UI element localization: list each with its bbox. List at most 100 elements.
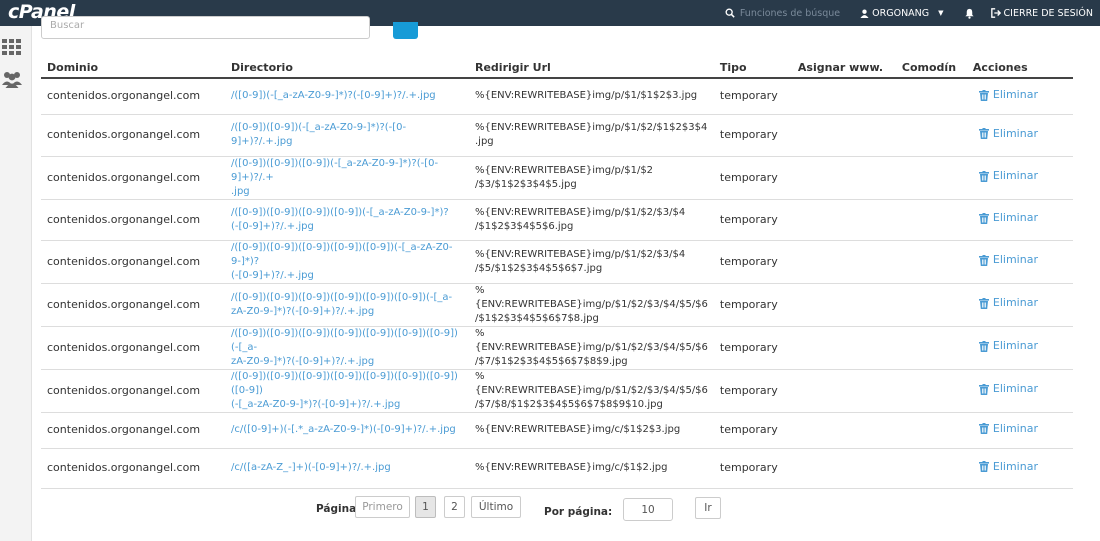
directory-link[interactable]: /c/([a-zA-Z_-]+)(-[0-9]+)?/.+.jpg [231,462,391,473]
table-row: contenidos.orgonangel.com/([0-9])([0-9])… [41,199,1073,241]
delete-button[interactable]: Eliminar [978,296,1038,310]
wildcard-cell [895,78,967,115]
table-row: contenidos.orgonangel.com /([0-9])(-[_a-z… [41,78,1073,115]
delete-button[interactable]: Eliminar [978,460,1038,474]
assign-www-cell [791,448,896,489]
actions-cell: Eliminar [966,448,1073,489]
domain-cell: contenidos.orgonangel.com [41,369,225,413]
per-page-input[interactable]: 10 [623,498,673,521]
redirect-url-cell: %{ENV:REWRITEBASE}img/p/$1/$2/$3/$4/$5/$… [469,326,714,370]
delete-button[interactable]: Eliminar [978,169,1038,183]
actions-cell: Eliminar [966,369,1073,413]
directory-link-cont[interactable]: (-[0-9]+)?/.+.jpg [231,270,314,281]
table-row: contenidos.orgonangel.com/([0-9])([0-9])… [41,369,1073,413]
directory-link[interactable]: /([0-9])([0-9])([0-9])([0-9])(-[_a-zA-Z0… [231,207,449,218]
directory-link[interactable]: /([0-9])([0-9])([0-9])([0-9])([0-9])([0-… [231,371,458,396]
delete-label: Eliminar [992,296,1038,310]
assign-www-cell [791,412,896,449]
assign-www-cell [791,78,896,115]
redirect-url-text-cont: /$5/$1$2$3$4$5$6$7.jpg [475,262,603,274]
table-row: contenidos.orgonangel.com/c/([a-zA-Z_-]+… [41,448,1073,489]
delete-label: Eliminar [992,169,1038,183]
page-2-button[interactable]: 2 [444,496,465,518]
directory-link[interactable]: /([0-9])([0-9])([0-9])(-[_a-zA-Z0-9-]*)?… [231,158,438,183]
directory-link-cont[interactable]: (-[0-9]+)?/.+.jpg [231,221,314,232]
directory-link-cont[interactable]: .jpg [231,186,250,197]
directory-link[interactable]: /([0-9])([0-9])([0-9])([0-9])([0-9])([0-… [231,328,458,353]
redirect-url-cell: %{ENV:REWRITEBASE}img/p/$1/$2/$3/$4/$5/$… [469,369,714,413]
delete-label: Eliminar [992,421,1038,435]
directory-link[interactable]: /([0-9])([0-9])(-[_a-zA-Z0-9-]*)?(-[0-9]… [231,122,406,147]
header-type[interactable]: Tipo [713,58,792,79]
header-redirect-url[interactable]: Redirigir Url [469,58,714,79]
redirect-search-input[interactable]: Buscar [41,16,370,39]
directory-link[interactable]: /([0-9])(-[_a-zA-Z0-9-]*)?(-[0-9]+)?/.+.… [231,90,436,101]
users-icon[interactable] [1,70,23,88]
delete-button[interactable]: Eliminar [978,88,1038,102]
go-button[interactable]: Ir [695,497,721,519]
table-row: contenidos.orgonangel.com/([0-9])([0-9])… [41,114,1073,157]
wildcard-cell [895,283,967,327]
header-directory[interactable]: Directorio [225,58,469,79]
redirect-url-text: %{ENV:REWRITEBASE}img/p/$1/$2/$3/$4 [475,248,686,260]
assign-www-cell [791,369,896,413]
first-page-button[interactable]: Primero [355,496,410,518]
delete-label: Eliminar [992,211,1038,225]
type-cell: temporary [713,78,792,115]
logout-icon [990,8,1001,18]
logout-button[interactable]: CIERRE DE SESIÓN [985,0,1100,26]
domain-cell: contenidos.orgonangel.com [41,412,225,449]
last-page-button[interactable]: Último [471,496,521,518]
assign-www-cell [791,199,896,241]
logout-label: CIERRE DE SESIÓN [1003,7,1093,19]
redirect-url-text-cont: /$1$2$3$4$5$6$7$8.jpg [475,312,599,324]
directory-link-cont[interactable]: (-[_a-zA-Z0-9-]*)?(-[0-9]+)?/.+.jpg [231,399,400,410]
directory-link[interactable]: /([0-9])([0-9])([0-9])([0-9])([0-9])([0-… [231,292,452,303]
trash-icon [978,461,989,473]
redirect-url-text: %{ENV:REWRITEBASE}img/p/$1/$2/$3/$4/$5/$… [475,284,708,310]
domain-cell: contenidos.orgonangel.com [41,326,225,370]
header-assign-www[interactable]: Asignar www. [791,58,896,79]
directory-cell: /([0-9])([0-9])([0-9])([0-9])([0-9])(-[_… [225,240,469,284]
header-domain[interactable]: Dominio [41,58,225,79]
delete-button[interactable]: Eliminar [978,126,1038,141]
directory-link-cont[interactable]: zA-Z0-9-]*)?(-[0-9]+)?/.+.jpg [231,356,374,367]
wildcard-cell [895,448,967,489]
delete-button[interactable]: Eliminar [978,382,1038,396]
actions-cell: Eliminar [966,78,1073,115]
feature-search[interactable]: Funciones de búsque [715,0,850,26]
delete-button[interactable]: Eliminar [978,253,1038,267]
redirect-url-text: %{ENV:REWRITEBASE}img/p/$1/$2/$3/$4 [475,206,686,218]
delete-label: Eliminar [992,339,1038,353]
directory-link[interactable]: /c/([0-9]+)(-[.*_a-zA-Z0-9-]*)(-[0-9]+)?… [231,424,456,435]
type-cell: temporary [713,283,792,327]
header-wildcard[interactable]: Comodín [895,58,967,79]
wildcard-cell [895,199,967,241]
directory-link[interactable]: /([0-9])([0-9])([0-9])([0-9])([0-9])(-[_… [231,242,453,267]
redirect-url-text-cont: /$7/$8/$1$2$3$4$5$6$7$8$9$10.jpg [475,398,663,410]
user-menu[interactable]: ORGONANG ▼ [850,0,953,26]
actions-cell: Eliminar [966,283,1073,327]
delete-button[interactable]: Eliminar [978,339,1038,353]
redirects-table: Dominio Directorio Redirigir Url Tipo As… [41,58,1073,489]
notifications-button[interactable] [954,0,985,26]
header-actions: Acciones [966,58,1073,79]
delete-button[interactable]: Eliminar [978,211,1038,225]
assign-www-cell [791,283,896,327]
directory-cell: /([0-9])([0-9])(-[_a-zA-Z0-9-]*)?(-[0-9]… [225,114,469,157]
redirect-url-text: %{ENV:REWRITEBASE}img/p/$1/$2/$3/$4/$5/$… [475,370,708,396]
grid-icon[interactable] [1,38,23,56]
page-1-button[interactable]: 1 [415,496,436,518]
trash-icon [978,212,989,224]
type-cell: temporary [713,114,792,157]
delete-button[interactable]: Eliminar [978,421,1038,436]
delete-label: Eliminar [992,126,1038,140]
type-cell: temporary [713,240,792,284]
directory-cell: /([0-9])([0-9])([0-9])([0-9])([0-9])([0-… [225,326,469,370]
type-cell: temporary [713,412,792,449]
directory-cell: /c/([a-zA-Z_-]+)(-[0-9]+)?/.+.jpg [225,448,469,489]
directory-link-cont[interactable]: zA-Z0-9-]*)?(-[0-9]+)?/.+.jpg [231,306,374,317]
search-go-button[interactable] [393,22,418,39]
redirect-url-cell: %{ENV:REWRITEBASE}img/p/$1/$2 /$3/$1$2$3$… [469,156,714,200]
feature-search-placeholder: Funciones de búsque [739,7,841,19]
